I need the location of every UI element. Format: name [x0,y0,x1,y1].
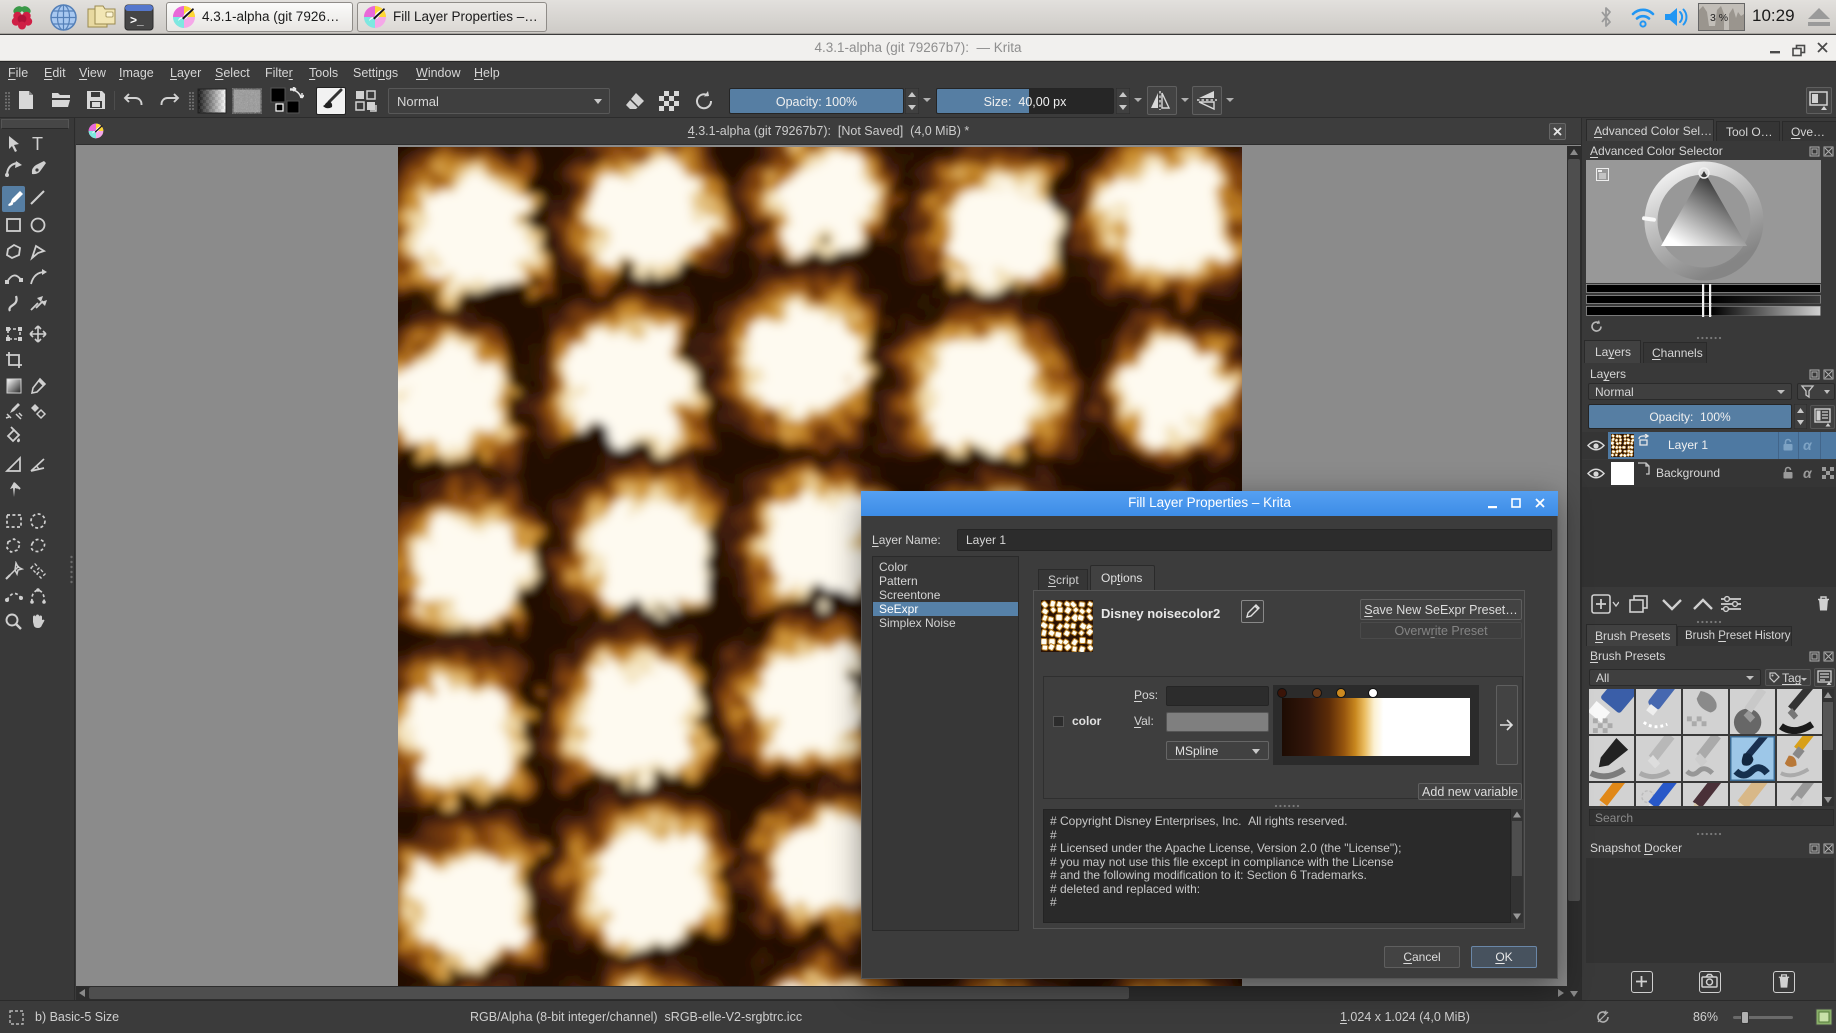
svg-text:>_: >_ [130,13,144,27]
svg-text:T: T [32,134,43,153]
